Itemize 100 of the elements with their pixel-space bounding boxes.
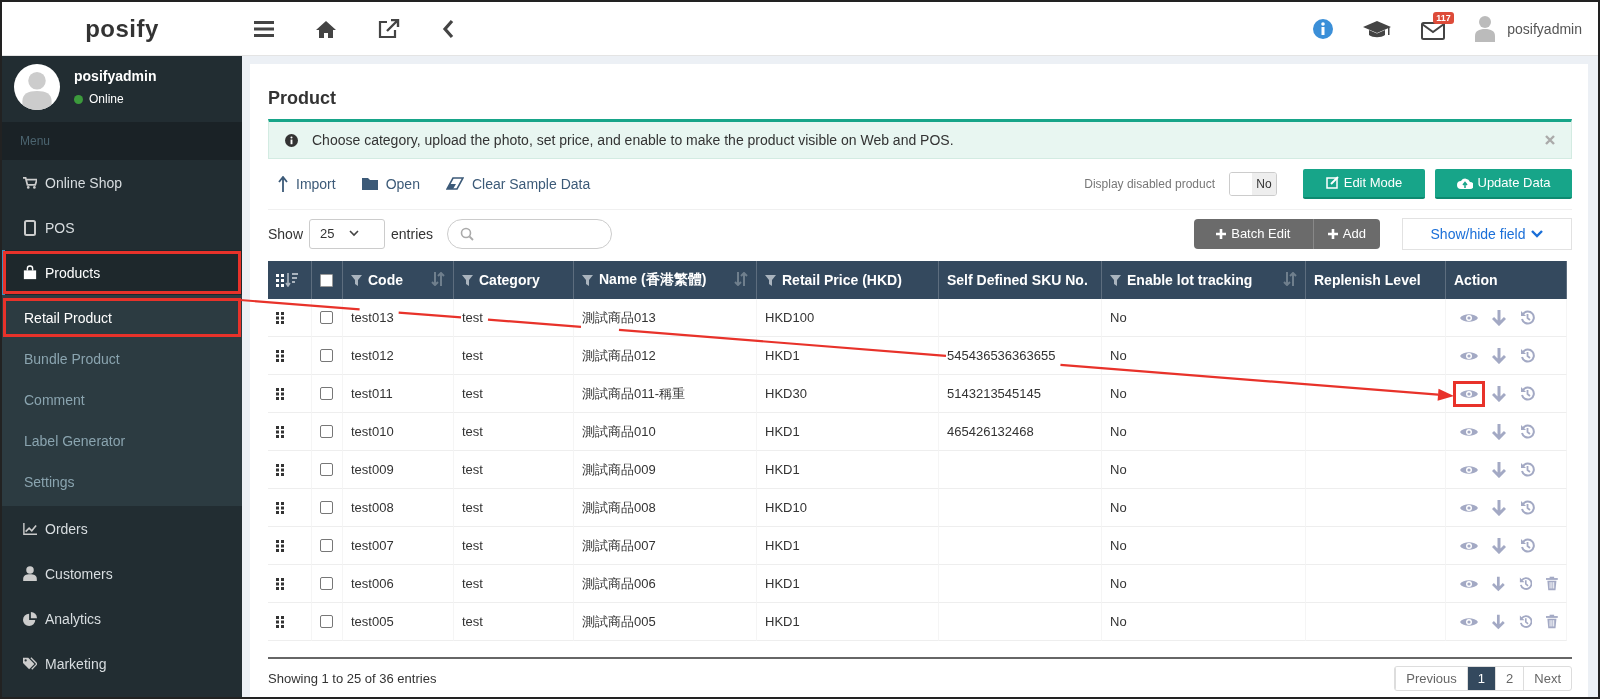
view-icon[interactable] xyxy=(1460,501,1478,514)
view-icon[interactable] xyxy=(1460,539,1478,552)
select-all-checkbox[interactable] xyxy=(320,273,333,287)
show-hide-field-button[interactable]: Show/hide field xyxy=(1402,217,1572,250)
download-icon[interactable] xyxy=(1492,423,1506,440)
page-size-select[interactable]: 25 xyxy=(309,218,386,249)
toolbar-link[interactable]: Open xyxy=(361,175,420,192)
view-icon[interactable] xyxy=(1460,387,1478,400)
table-cell: test xyxy=(454,565,574,604)
submenu-item[interactable]: Bundle Product xyxy=(2,338,242,379)
row-checkbox[interactable] xyxy=(320,501,333,515)
pagination-button[interactable]: Next xyxy=(1523,666,1571,690)
history-icon[interactable] xyxy=(1520,386,1535,402)
menu-item[interactable]: POS xyxy=(2,205,242,250)
delete-icon[interactable] xyxy=(1546,576,1558,592)
drag-handle-icon[interactable] xyxy=(276,425,284,438)
download-icon[interactable] xyxy=(1492,575,1505,592)
tags-icon xyxy=(23,656,37,671)
table-cell: 465426132468 xyxy=(939,413,1102,452)
home-icon[interactable] xyxy=(316,19,336,38)
toggle-label: Display disabled product xyxy=(1084,176,1215,191)
download-icon[interactable] xyxy=(1492,461,1506,478)
menu-icon[interactable] xyxy=(254,19,274,38)
submenu-item[interactable]: Label Generator xyxy=(2,420,242,461)
column-header[interactable]: Enable lot tracking xyxy=(1102,261,1306,300)
history-icon[interactable] xyxy=(1518,576,1533,592)
submenu-item[interactable]: Settings xyxy=(2,461,242,502)
drag-handle-icon[interactable] xyxy=(276,539,284,552)
table-cell: HKD1 xyxy=(757,565,939,604)
table-cell: test013 xyxy=(343,299,454,338)
view-icon[interactable] xyxy=(1460,349,1478,362)
download-icon[interactable] xyxy=(1492,309,1506,326)
drag-handle-icon[interactable] xyxy=(276,577,284,590)
drag-handle-icon[interactable] xyxy=(276,349,284,362)
drag-handle-icon[interactable] xyxy=(276,387,284,400)
view-icon[interactable] xyxy=(1460,425,1478,438)
filter-icon xyxy=(351,274,362,286)
download-icon[interactable] xyxy=(1492,385,1506,402)
download-icon[interactable] xyxy=(1492,347,1506,364)
history-icon[interactable] xyxy=(1520,424,1535,440)
download-icon[interactable] xyxy=(1492,537,1506,554)
row-checkbox[interactable] xyxy=(320,463,333,477)
table-cell: test xyxy=(454,489,574,528)
menu-item[interactable]: Orders xyxy=(2,506,242,551)
row-checkbox[interactable] xyxy=(320,311,333,325)
table-cell: No xyxy=(1102,413,1306,452)
pagination-button[interactable]: 1 xyxy=(1466,666,1496,690)
column-header[interactable]: Name (香港繁體) xyxy=(574,261,757,300)
view-icon[interactable] xyxy=(1460,311,1478,324)
history-icon[interactable] xyxy=(1520,538,1535,554)
history-icon[interactable] xyxy=(1518,614,1533,630)
history-icon[interactable] xyxy=(1520,310,1535,326)
menu-item[interactable]: Customers xyxy=(2,551,242,596)
row-checkbox[interactable] xyxy=(320,349,333,363)
menu-item[interactable]: Products xyxy=(2,250,242,295)
user-name[interactable]: posifyadmin xyxy=(1507,20,1582,37)
sort-icon xyxy=(431,271,445,286)
close-icon[interactable] xyxy=(1545,135,1555,145)
info-icon[interactable] xyxy=(1313,18,1334,39)
table-cell: HKD30 xyxy=(757,375,939,414)
toolbar-button[interactable]: Batch Edit xyxy=(1193,218,1314,249)
row-checkbox[interactable] xyxy=(320,425,333,439)
submenu-item[interactable]: Comment xyxy=(2,379,242,420)
drag-handle-icon[interactable] xyxy=(276,615,284,628)
column-header[interactable]: Code xyxy=(343,261,454,300)
download-icon[interactable] xyxy=(1492,499,1506,516)
mail-icon[interactable] xyxy=(1421,21,1446,40)
menu-item[interactable]: Marketing xyxy=(2,641,242,686)
submenu-item[interactable]: Retail Product xyxy=(2,297,242,338)
download-icon[interactable] xyxy=(1492,613,1505,630)
graduation-cap-icon[interactable] xyxy=(1363,18,1392,39)
toolbar-link[interactable]: Clear Sample Data xyxy=(445,175,591,192)
menu-item[interactable]: Analytics xyxy=(2,596,242,641)
row-checkbox[interactable] xyxy=(320,577,333,591)
row-checkbox[interactable] xyxy=(320,539,333,553)
pagination-button[interactable]: Previous xyxy=(1395,666,1467,690)
toolbar-link[interactable]: Import xyxy=(278,175,336,192)
toggle-switch[interactable]: No xyxy=(1229,171,1277,196)
sort-icon xyxy=(1283,271,1297,286)
toolbar-button[interactable]: Add xyxy=(1313,218,1380,249)
row-checkbox[interactable] xyxy=(320,387,333,401)
history-icon[interactable] xyxy=(1520,500,1535,516)
row-checkbox[interactable] xyxy=(320,615,333,629)
drag-handle-icon[interactable] xyxy=(276,463,284,476)
view-icon[interactable] xyxy=(1460,615,1478,628)
drag-handle-icon[interactable] xyxy=(276,311,284,324)
menu-item[interactable]: Online Shop xyxy=(2,160,242,205)
table-cell: test xyxy=(454,451,574,490)
pagination-button[interactable]: 2 xyxy=(1495,666,1524,690)
history-icon[interactable] xyxy=(1520,462,1535,478)
view-icon[interactable] xyxy=(1460,577,1478,590)
history-icon[interactable] xyxy=(1520,348,1535,364)
eraser-icon xyxy=(445,177,464,191)
external-link-icon[interactable] xyxy=(378,18,400,39)
drag-handle-icon[interactable] xyxy=(276,501,284,514)
back-icon[interactable] xyxy=(442,18,454,39)
table-cell: 測試商品011-稱重 xyxy=(574,375,757,414)
view-icon[interactable] xyxy=(1460,463,1478,476)
column-header: Replenish Level xyxy=(1306,261,1446,300)
delete-icon[interactable] xyxy=(1546,614,1558,630)
